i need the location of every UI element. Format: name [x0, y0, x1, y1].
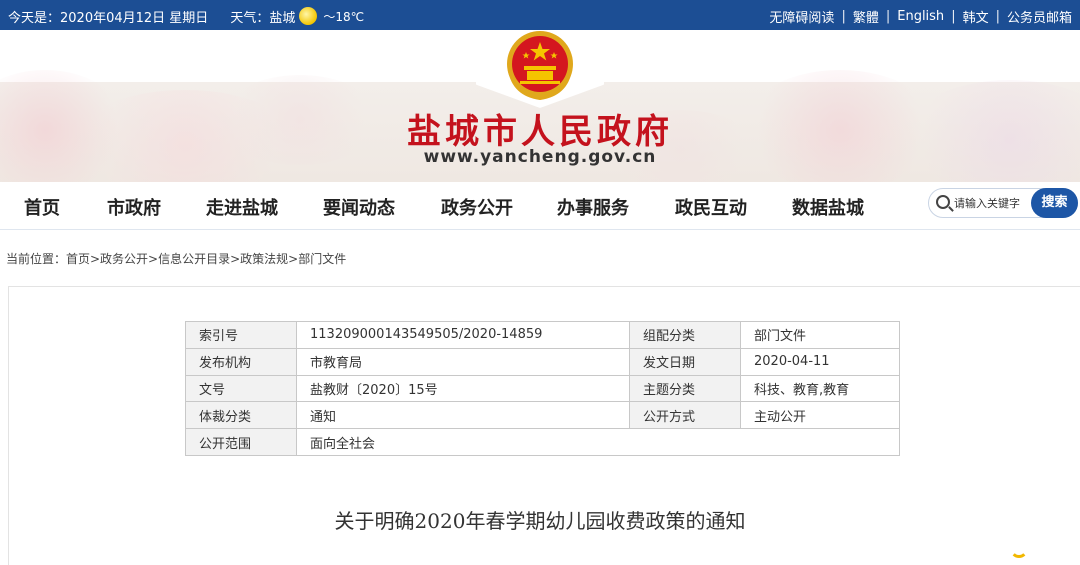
meta-key: 索引号: [185, 321, 297, 349]
meta-value: 113209000143549505/2020-14859: [296, 321, 630, 349]
meta-key: 公开方式: [629, 401, 741, 430]
search-input[interactable]: [954, 194, 1030, 212]
nav-item-services[interactable]: 办事服务: [557, 194, 629, 220]
date-text: 今天是：2020年04月12日 星期日: [8, 11, 209, 26]
search-icon: [936, 195, 950, 209]
weather-temp: ～18℃: [323, 10, 365, 24]
meta-key: 文号: [185, 374, 297, 403]
site-url: www.yancheng.gov.cn: [423, 147, 657, 167]
national-emblem-icon: [507, 31, 573, 101]
meta-value: 科技、教育,教育: [740, 374, 900, 403]
english-link[interactable]: English: [897, 9, 944, 24]
header-banner: 盐城市人民政府 www.yancheng.gov.cn: [0, 30, 1080, 182]
top-bar: 今天是：2020年04月12日 星期日 天气： 盐城 ～18℃ 无障碍阅读 | …: [0, 0, 1080, 30]
meta-key: 发文日期: [629, 347, 741, 376]
loading-spinner-icon: [1010, 540, 1028, 558]
civil-servant-mail-link[interactable]: 公务员邮箱: [1007, 7, 1072, 26]
accessibility-link[interactable]: 无障碍阅读: [769, 7, 834, 26]
nav-item-about-yancheng[interactable]: 走进盐城: [206, 194, 278, 220]
nav-item-government-affairs[interactable]: 政务公开: [441, 194, 513, 220]
date-weather: 今天是：2020年04月12日 星期日 天气： 盐城 ～18℃: [8, 6, 365, 26]
table-row: 索引号 113209000143549505/2020-14859 组配分类 部…: [185, 321, 900, 349]
meta-value: 通知: [296, 401, 630, 430]
meta-value: 2020-04-11: [740, 347, 900, 376]
site-title: 盐城市人民政府: [407, 112, 673, 152]
nav-item-interaction[interactable]: 政民互动: [675, 194, 747, 220]
search-button[interactable]: 搜索: [1031, 188, 1078, 218]
table-row: 体裁分类 通知 公开方式 主动公开: [185, 401, 900, 430]
nav-item-home[interactable]: 首页: [24, 194, 60, 220]
document-meta-table: 索引号 113209000143549505/2020-14859 组配分类 部…: [185, 321, 900, 456]
table-row: 文号 盐教财〔2020〕15号 主题分类 科技、教育,教育: [185, 374, 900, 403]
search-box: 搜索: [928, 188, 1078, 218]
sun-icon: [299, 6, 318, 25]
breadcrumb: 当前位置：首页>政务公开>信息公开目录>政策法规>部门文件: [6, 252, 347, 266]
weather-label: 天气：: [230, 11, 270, 26]
weather-city: 盐城: [269, 11, 296, 26]
document-title: 关于明确2020年春学期幼儿园收费政策的通知: [334, 509, 746, 533]
meta-key: 主题分类: [629, 374, 741, 403]
top-links: 无障碍阅读 | 繁體 | English | 韩文 | 公务员邮箱: [769, 7, 1072, 26]
nav-divider: [0, 229, 1080, 230]
meta-key: 公开范围: [185, 428, 297, 456]
table-row: 发布机构 市教育局 发文日期 2020-04-11: [185, 347, 900, 376]
table-row: 公开范围 面向全社会: [185, 428, 900, 456]
nav-item-data-yancheng[interactable]: 数据盐城: [792, 194, 864, 220]
meta-value: 盐教财〔2020〕15号: [296, 374, 630, 403]
nav-item-city-government[interactable]: 市政府: [107, 194, 161, 220]
main-nav: 首页 市政府 走进盐城 要闻动态 政务公开 办事服务 政民互动 数据盐城 搜索: [0, 182, 1080, 230]
meta-key: 发布机构: [185, 347, 297, 376]
meta-key: 组配分类: [629, 321, 741, 349]
meta-value: 主动公开: [740, 401, 900, 430]
korean-link[interactable]: 韩文: [963, 7, 989, 26]
meta-value: 面向全社会: [296, 428, 900, 456]
meta-value: 市教育局: [296, 347, 630, 376]
meta-key: 体裁分类: [185, 401, 297, 430]
meta-value: 部门文件: [740, 321, 900, 349]
nav-item-news[interactable]: 要闻动态: [323, 194, 395, 220]
traditional-chinese-link[interactable]: 繁體: [853, 7, 879, 26]
